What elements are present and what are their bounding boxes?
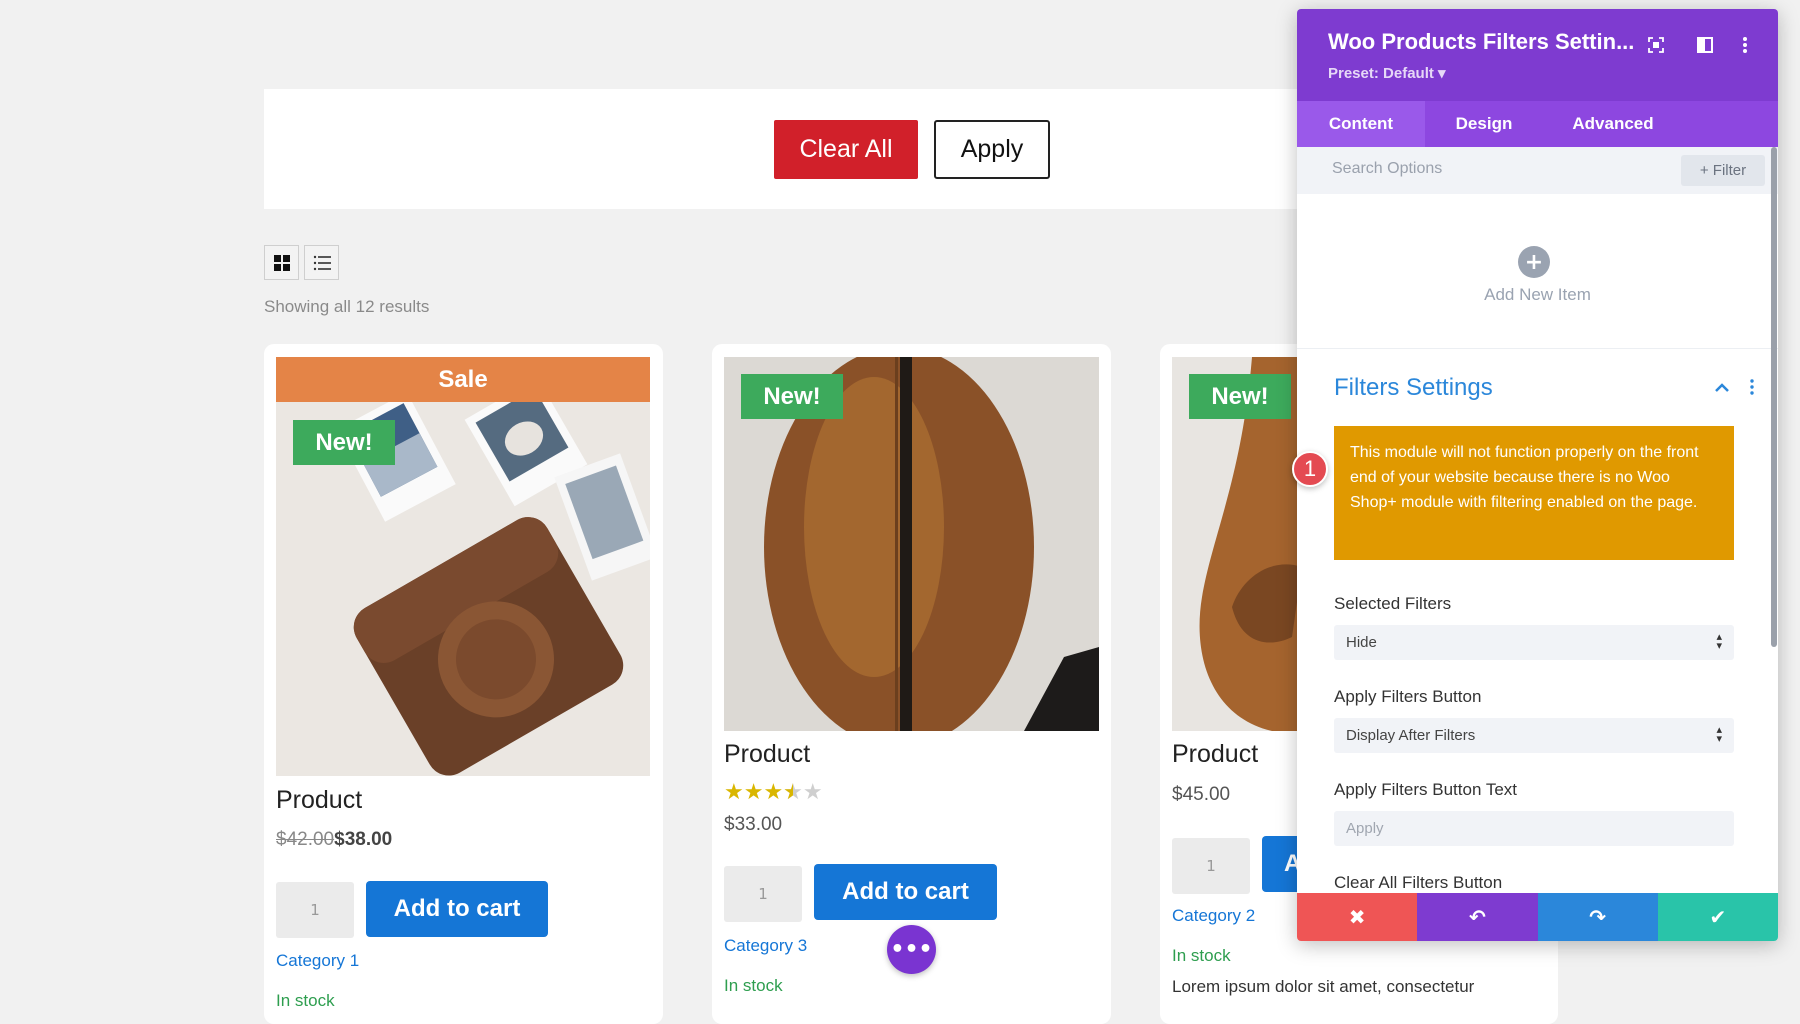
category-link[interactable]: Category 2 [1172, 906, 1255, 926]
select-arrows-icon: ▴ ▾ [1716, 724, 1722, 745]
tab-design[interactable]: Design [1425, 101, 1543, 147]
grid-view-button[interactable] [264, 245, 299, 280]
add-new-item-label[interactable]: Add New Item [1297, 285, 1778, 305]
warning-message: This module will not function properly o… [1334, 426, 1734, 560]
results-count: Showing all 12 results [264, 297, 430, 316]
panel-title: Woo Products Filters Settin... [1328, 29, 1635, 54]
clear-all-filters-label: Clear All Filters Button [1334, 873, 1503, 892]
fullscreen-icon[interactable] [1644, 33, 1668, 57]
stock-status: In stock [724, 976, 783, 995]
grid-icon [273, 254, 290, 271]
preset-selector[interactable]: Preset: Default ▾ [1328, 64, 1446, 82]
product-price: $45.00 [1172, 784, 1231, 805]
warning-number-badge: 1 [1292, 451, 1328, 487]
selected-filters-select[interactable]: Hide ▴ ▾ [1334, 625, 1734, 660]
cancel-button[interactable]: ✖ [1297, 893, 1418, 941]
apply-filters-button-value: Display After Filters [1346, 727, 1476, 744]
chevron-up-icon[interactable] [1715, 381, 1729, 397]
panel-scrollbar[interactable] [1771, 147, 1777, 647]
stock-status: In stock [1172, 946, 1231, 965]
add-to-cart-button[interactable]: Add to cart [814, 864, 997, 920]
category-link[interactable]: Category 3 [724, 936, 807, 956]
quantity-input[interactable]: 1 [276, 882, 354, 938]
undo-button[interactable]: ↶ [1417, 893, 1538, 941]
add-to-cart-button[interactable]: Add to cart [366, 881, 548, 937]
sale-price: $38.00 [334, 829, 393, 850]
select-arrows-icon: ▴ ▾ [1716, 631, 1722, 652]
product-description: Lorem ipsum dolor sit amet, consectetur [1172, 977, 1475, 996]
selected-filters-label: Selected Filters [1334, 594, 1452, 613]
panel-tabs: Content Design Advanced [1297, 101, 1778, 147]
product-title[interactable]: Product [276, 786, 362, 815]
apply-filters-button-select[interactable]: Display After Filters ▴ ▾ [1334, 718, 1734, 753]
list-icon [313, 255, 331, 270]
stock-status: In stock [276, 991, 335, 1010]
search-options-input[interactable]: Search Options [1332, 160, 1442, 178]
more-options-button[interactable]: ••• [887, 925, 936, 974]
filters-settings-title[interactable]: Filters Settings [1334, 374, 1493, 402]
selected-filters-value: Hide [1346, 634, 1377, 651]
apply-button[interactable]: Apply [934, 120, 1050, 179]
quantity-input[interactable]: 1 [1172, 838, 1250, 894]
redo-button[interactable]: ↷ [1537, 893, 1658, 941]
settings-panel: Woo Products Filters Settin... Preset: D… [1297, 9, 1778, 941]
apply-filters-button-label: Apply Filters Button [1334, 687, 1482, 706]
search-options-row: Search Options + Filter [1297, 147, 1778, 194]
filter-button[interactable]: + Filter [1681, 155, 1765, 186]
old-price: $42.00 [276, 829, 335, 850]
tab-advanced[interactable]: Advanced [1543, 101, 1683, 147]
plus-icon[interactable]: + [1518, 246, 1550, 278]
product-price: $33.00 [724, 814, 783, 835]
star-rating: ★★★★★★ [724, 780, 823, 805]
section-kebab-icon[interactable] [1750, 379, 1754, 399]
split-view-icon[interactable] [1693, 33, 1717, 57]
save-button[interactable]: ✔ [1657, 893, 1778, 941]
tab-content[interactable]: Content [1297, 101, 1425, 147]
apply-filters-text-input[interactable]: Apply [1334, 811, 1734, 846]
new-badge: New! [1189, 374, 1291, 419]
product-price: $42.00$38.00 [276, 829, 392, 851]
new-badge: New! [293, 420, 395, 465]
quantity-input[interactable]: 1 [724, 866, 802, 922]
panel-footer: ✖ ↶ ↷ ✔ [1297, 893, 1778, 941]
apply-filters-text-label: Apply Filters Button Text [1334, 780, 1517, 799]
list-view-button[interactable] [304, 245, 339, 280]
product-title[interactable]: Product [724, 740, 810, 769]
clear-all-button[interactable]: Clear All [774, 120, 918, 179]
sale-badge: Sale [276, 357, 650, 402]
category-link[interactable]: Category 1 [276, 951, 359, 971]
product-title[interactable]: Product [1172, 740, 1258, 769]
new-badge: New! [741, 374, 843, 419]
kebab-menu-icon[interactable] [1733, 33, 1757, 57]
